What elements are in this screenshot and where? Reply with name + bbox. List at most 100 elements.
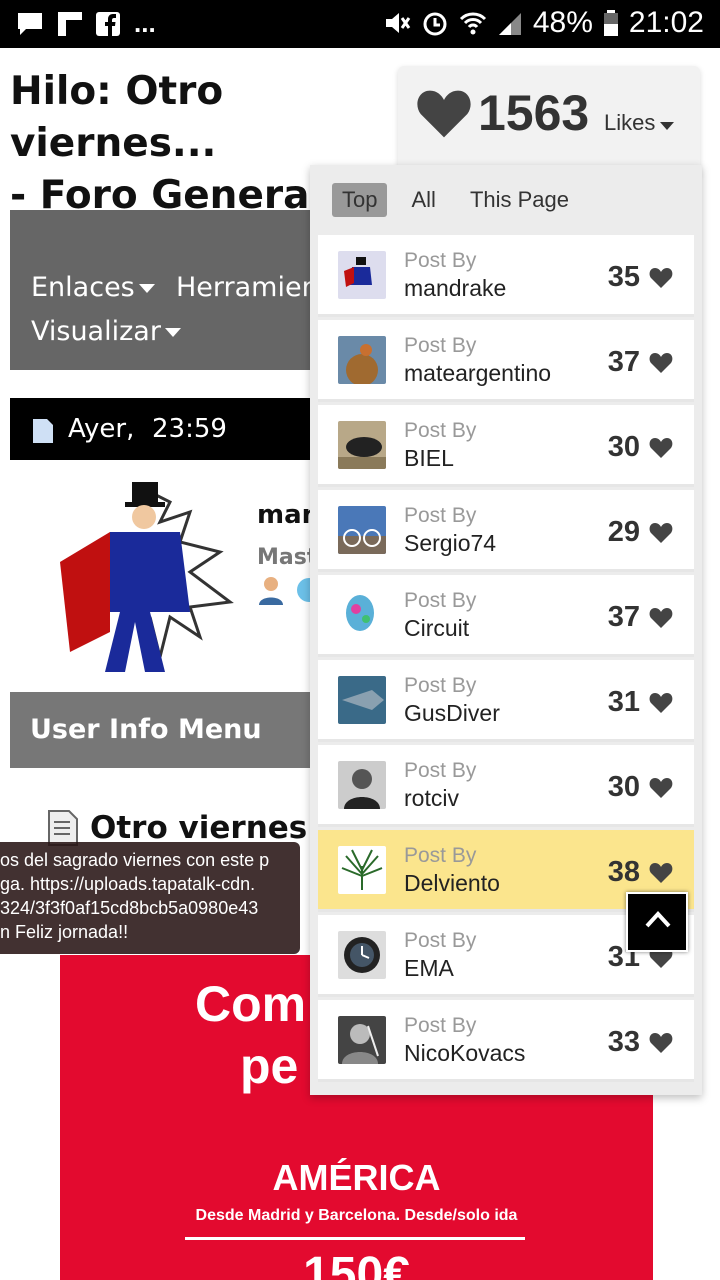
tooltip-line: ga. https://uploads.tapatalk-cdn. — [0, 874, 256, 894]
list-item[interactable]: Post By NicoKovacs 33 — [318, 1000, 694, 1082]
avatar — [338, 421, 386, 469]
like-username: mateargentino — [404, 360, 552, 386]
notification-icons: ... — [16, 8, 156, 39]
likes-label: Likes — [604, 110, 656, 135]
facebook-icon — [96, 11, 120, 36]
heart-icon — [649, 1033, 673, 1053]
avatar — [338, 931, 386, 979]
like-count: 35 — [607, 261, 640, 293]
likes-dropdown: Top All This Page Post By mandrake 35 Po… — [310, 165, 702, 1095]
battery-icon — [603, 10, 618, 36]
ad-region: AMÉRICA — [272, 1157, 441, 1198]
like-username: BIEL — [404, 445, 454, 471]
list-item[interactable]: Post By mateargentino 37 — [318, 320, 694, 402]
tab-all[interactable]: All — [401, 183, 445, 217]
post-by-label: Post By — [404, 759, 477, 782]
heart-icon — [649, 438, 673, 458]
post-by-label: Post By — [404, 419, 477, 442]
post-by-label: Post By — [404, 589, 477, 612]
post-icon — [48, 810, 78, 846]
ad-subtitle: Desde Madrid y Barcelona. Desde/solo ida — [195, 1207, 518, 1224]
avatar — [338, 761, 386, 809]
tooltip-line: 324/3f3f0af15cd8bcb5a0980e43 — [0, 898, 259, 918]
avatar — [338, 336, 386, 384]
list-item[interactable]: Post By Circuit 37 — [318, 575, 694, 657]
wifi-icon — [459, 12, 486, 35]
heart-icon — [649, 863, 673, 883]
like-username: NicoKovacs — [404, 1040, 526, 1066]
likes-tabs: Top All This Page — [332, 183, 579, 217]
nav-herramientas[interactable]: Herramient — [176, 272, 329, 303]
list-item[interactable]: Post By BIEL 30 — [318, 405, 694, 487]
like-username: EMA — [404, 955, 454, 981]
clock: 21:02 — [628, 6, 704, 39]
nav-enlaces[interactable]: Enlaces — [31, 272, 155, 303]
chevron-down-icon — [138, 284, 155, 293]
like-username: rotciv — [404, 785, 459, 811]
tooltip-line: os del sagrado viernes con este p — [0, 850, 270, 870]
like-username: Delviento — [404, 870, 500, 896]
user-info-menu[interactable]: User Info Menu — [10, 692, 315, 768]
system-status: 48% 21:02 — [383, 6, 704, 40]
likes-total: 1563 — [478, 85, 590, 141]
chevron-up-icon — [645, 911, 671, 928]
post-preview-tooltip: os del sagrado viernes con este p ga. ht… — [0, 842, 300, 954]
heart-icon — [649, 778, 673, 798]
chevron-down-icon — [164, 328, 181, 337]
avatar — [338, 591, 386, 639]
post-title: Otro viernes... — [90, 810, 343, 846]
status-bar: ... 48% 21:02 — [0, 0, 720, 48]
post-by-label: Post By — [404, 674, 477, 697]
likes-counter[interactable]: 1563 Likes — [398, 66, 700, 178]
post-by-label: Post By — [404, 249, 477, 272]
post-by-label: Post By — [404, 844, 477, 867]
author-rank: Mast — [257, 545, 318, 570]
post-header: Ayer, 23:59 — [10, 398, 315, 460]
post-by-label: Post By — [404, 504, 477, 527]
chevron-down-icon — [660, 122, 674, 130]
like-username: Circuit — [404, 615, 470, 641]
document-icon — [33, 419, 53, 443]
user-badge-icon — [257, 575, 285, 605]
tooltip-line: n Feliz jornada!! — [0, 922, 129, 942]
heart-icon — [649, 608, 673, 628]
alarm-icon — [423, 12, 447, 36]
heart-icon — [417, 90, 471, 138]
avatar[interactable] — [40, 472, 240, 682]
like-count: 37 — [607, 346, 640, 378]
list-item[interactable]: Post By rotciv 30 — [318, 745, 694, 827]
tab-top[interactable]: Top — [332, 183, 388, 217]
scroll-to-top-button[interactable] — [626, 892, 688, 952]
nav-visualizar[interactable]: Visualizar — [31, 316, 181, 347]
battery-percent: 48% — [532, 6, 593, 39]
tab-this-page[interactable]: This Page — [460, 183, 579, 217]
mute-icon — [385, 13, 411, 33]
list-item[interactable]: Post By GusDiver 31 — [318, 660, 694, 742]
list-item[interactable]: Post By mandrake 35 — [318, 235, 694, 317]
like-count: 33 — [607, 1026, 640, 1058]
like-count: 38 — [607, 856, 640, 888]
avatar — [338, 676, 386, 724]
like-count: 30 — [607, 431, 640, 463]
post-by-label: Post By — [404, 1014, 477, 1037]
like-username: mandrake — [404, 275, 507, 301]
post-by-label: Post By — [404, 334, 477, 357]
title-line-1: Hilo: Otro viernes... — [10, 69, 224, 166]
heart-icon — [649, 353, 673, 373]
ad-line-1: Com — [195, 976, 307, 1032]
ad-price: 150€ — [303, 1248, 410, 1280]
avatar — [338, 506, 386, 554]
post-by-label: Post By — [404, 929, 477, 952]
ad-divider — [185, 1237, 525, 1240]
avatar — [338, 846, 386, 894]
like-username: GusDiver — [404, 700, 500, 726]
post-date: Ayer, — [68, 414, 135, 444]
heart-icon — [649, 268, 673, 288]
like-count: 30 — [607, 771, 640, 803]
forum-nav: Enlaces Herramient Visualizar — [10, 210, 329, 370]
like-count: 37 — [607, 601, 640, 633]
list-item[interactable]: Post By Sergio74 29 — [318, 490, 694, 572]
like-count: 29 — [607, 516, 640, 548]
ad-line-2: pe — [240, 1038, 299, 1094]
avatar — [338, 1016, 386, 1064]
